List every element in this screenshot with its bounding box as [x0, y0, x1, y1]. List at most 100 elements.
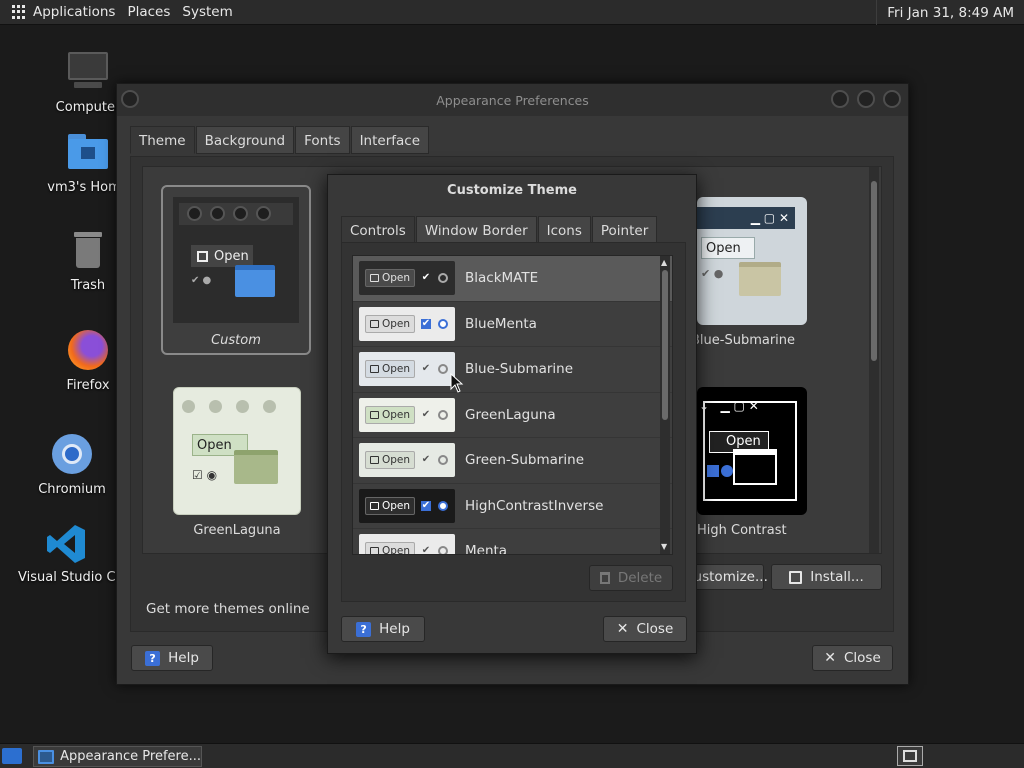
tab-interface[interactable]: Interface	[350, 126, 430, 154]
theme-list-item[interactable]: Open ✔ BlueMenta	[353, 301, 672, 347]
places-menu[interactable]: Places	[121, 0, 176, 25]
control-preview: Open ✔	[359, 306, 455, 341]
radio-icon	[438, 409, 448, 420]
controls-list-scroll-thumb[interactable]	[662, 270, 668, 420]
desktop-icon-label: Computer	[55, 100, 121, 115]
theme-list-item-label: HighContrastInverse	[465, 497, 604, 514]
radio-icon	[438, 364, 448, 375]
window-close-button[interactable]	[883, 90, 901, 108]
control-preview: Open ✔	[359, 488, 455, 523]
maximize-button[interactable]	[857, 90, 875, 108]
tab-theme[interactable]: Theme	[130, 126, 195, 154]
checkbox-icon: ✔	[421, 272, 431, 284]
install-button[interactable]: Install...	[771, 564, 882, 590]
controls-theme-list[interactable]: Open ✔ BlackMATE Open ✔ BlueMenta Open ✔ Blue-Su…	[352, 255, 673, 555]
dialog-tabs: Controls Window Border Icons Pointer	[341, 216, 658, 244]
monitor-icon	[66, 52, 110, 96]
workspace-switcher[interactable]	[897, 746, 923, 766]
theme-greenlaguna[interactable]: Open ☑ ◉	[173, 387, 301, 515]
dialog-title[interactable]: Customize Theme	[328, 175, 696, 205]
theme-custom[interactable]: Open ✔ ● Custom	[161, 185, 311, 355]
preview-open-button: Open	[365, 496, 415, 515]
tab-pointer[interactable]: Pointer	[591, 216, 658, 244]
tab-background[interactable]: Background	[195, 126, 295, 154]
dialog-help-button[interactable]: ? Help	[341, 616, 425, 642]
more-themes-link[interactable]: Get more themes online	[146, 601, 310, 617]
theme-name: GreenLaguna	[193, 523, 281, 538]
desktop-icon-label: Trash	[70, 278, 106, 293]
mouse-pointer-icon	[450, 373, 464, 393]
theme-blue-submarine[interactable]: ▁ ▢ ✕ Open ✔ ●	[697, 197, 807, 325]
theme-list-item[interactable]: Open ✔ Menta	[353, 529, 672, 555]
taskbar: Appearance Prefere...	[0, 743, 1024, 768]
control-preview: Open ✔	[359, 352, 455, 387]
radio-icon	[438, 318, 448, 329]
theme-list-item[interactable]: Open ✔ Blue-Submarine	[353, 347, 672, 393]
preview-open-button: Open	[365, 269, 415, 288]
theme-list-item[interactable]: Open ✔ HighContrastInverse	[353, 483, 672, 529]
help-icon: ?	[356, 621, 372, 637]
checkbox-icon: ✔	[421, 408, 431, 420]
checkbox-icon: ✔	[421, 363, 431, 375]
vscode-icon	[45, 522, 89, 566]
help-button[interactable]: ? Help	[131, 645, 213, 671]
chromium-icon	[50, 434, 94, 478]
theme-list-scrollbar[interactable]	[869, 167, 879, 553]
desktop-icon-label: Visual Studio Code	[18, 570, 116, 585]
folder-icon	[370, 501, 379, 510]
theme-list-item[interactable]: Open ✔ BlackMATE	[353, 256, 672, 302]
help-icon: ?	[145, 650, 161, 666]
control-preview: Open ✔	[359, 534, 455, 555]
theme-list-item[interactable]: Open ✔ GreenLaguna	[353, 392, 672, 438]
checkbox-icon: ✔	[421, 317, 431, 329]
tab-window-border[interactable]: Window Border	[415, 216, 537, 244]
theme-preview: Open ✔ ●	[173, 197, 299, 323]
folder-icon	[370, 365, 379, 374]
home-folder-icon	[66, 132, 110, 176]
theme-list-item-label: GreenLaguna	[465, 406, 556, 423]
system-menu-label: System	[182, 4, 233, 20]
controls-list-scrollbar[interactable]: ▲ ▼	[660, 256, 670, 554]
window-menu-button[interactable]	[121, 90, 139, 108]
preview-open-label: Open	[214, 248, 249, 264]
tab-icons[interactable]: Icons	[537, 216, 591, 244]
delete-button-label: Delete	[617, 570, 663, 586]
applications-menu[interactable]: Applications	[0, 0, 121, 25]
tab-controls[interactable]: Controls	[341, 216, 415, 244]
scroll-down-arrow-icon[interactable]: ▼	[661, 542, 667, 551]
clock[interactable]: Fri Jan 31, 8:49 AM	[876, 0, 1024, 25]
customize-button[interactable]: Customize...	[684, 564, 768, 590]
folder-icon	[370, 410, 379, 419]
theme-list-item-label: BlackMATE	[465, 270, 539, 287]
theme-name: Blue-Submarine	[691, 333, 796, 348]
minimize-button[interactable]	[831, 90, 849, 108]
theme-list-item[interactable]: Open ✔ Green-Submarine	[353, 438, 672, 484]
preview-open-label: Open	[382, 363, 411, 376]
window-titlebar[interactable]: Appearance Preferences	[117, 84, 908, 116]
checkbox-icon: ✔	[421, 545, 431, 555]
scroll-up-arrow-icon[interactable]: ▲	[661, 258, 667, 267]
system-menu[interactable]: System	[176, 0, 238, 25]
taskbar-appearance-preferences[interactable]: Appearance Prefere...	[33, 746, 202, 767]
desktop-icon-vscode[interactable]: Visual Studio Code	[18, 522, 116, 585]
theme-high-contrast[interactable]: ⌄ ▁ ▢ ✕ Open	[697, 387, 807, 515]
window-title: Appearance Preferences	[436, 92, 589, 108]
apps-grid-icon	[12, 5, 26, 19]
close-button[interactable]: ✕ Close	[812, 645, 893, 671]
preview-open-label: Open	[382, 272, 411, 285]
radio-icon	[438, 455, 448, 466]
help-button-label: Help	[168, 650, 199, 666]
preview-open-button: Open	[365, 314, 415, 333]
preview-open-label: Open	[726, 434, 761, 449]
show-desktop-icon[interactable]	[2, 748, 22, 764]
dialog-close-button[interactable]: ✕ Close	[603, 616, 687, 642]
install-icon	[789, 570, 803, 584]
delete-button[interactable]: Delete	[589, 565, 673, 591]
desktop-icon-chromium[interactable]: Chromium	[22, 434, 122, 497]
trash-icon	[599, 572, 610, 584]
folder-icon	[370, 456, 379, 465]
preview-open-label: Open	[382, 499, 411, 512]
tab-fonts[interactable]: Fonts	[295, 126, 350, 154]
theme-list-scroll-thumb[interactable]	[871, 181, 877, 361]
theme-list-item-label: Blue-Submarine	[465, 361, 574, 378]
